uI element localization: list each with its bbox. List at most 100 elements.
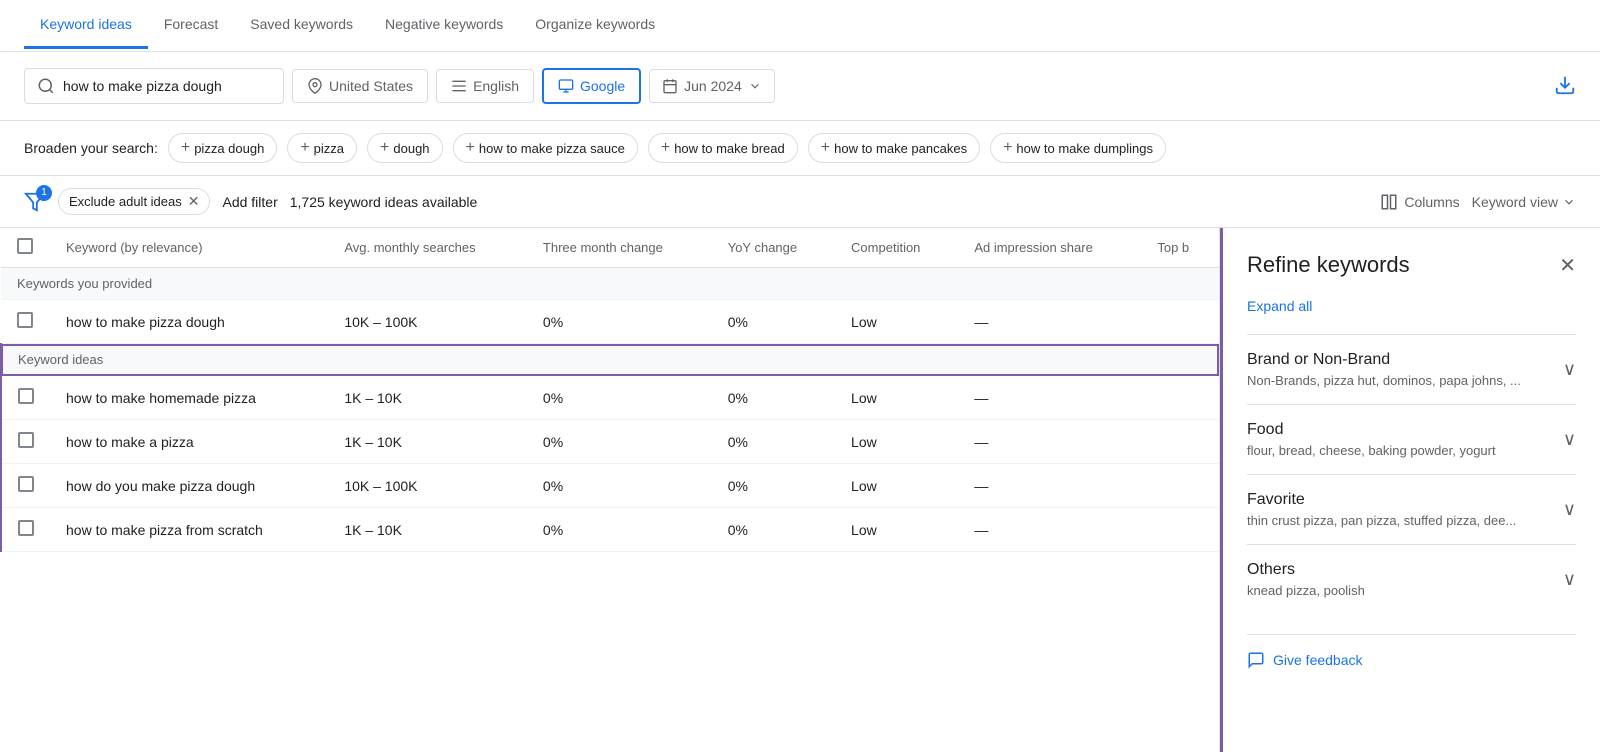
main-content: Keyword (by relevance) Avg. monthly sear… — [0, 228, 1600, 752]
row-checkbox[interactable] — [1, 420, 50, 464]
ad-impression-cell: — — [958, 464, 1141, 508]
give-feedback-button[interactable]: Give feedback — [1247, 634, 1576, 669]
col-ad-impression: Ad impression share — [958, 228, 1141, 268]
refine-section-title-brand: Brand or Non-Brand — [1247, 351, 1521, 369]
network-icon — [558, 78, 574, 94]
checkbox[interactable] — [18, 432, 34, 448]
download-icon — [1554, 74, 1576, 96]
plus-icon: + — [1003, 139, 1012, 157]
refine-section-title-food: Food — [1247, 421, 1496, 439]
broaden-chip-3[interactable]: + how to make pizza sauce — [453, 133, 638, 163]
language-icon — [451, 78, 467, 94]
row-checkbox[interactable] — [1, 376, 50, 420]
refine-section-others: Others knead pizza, poolish ∨ — [1247, 544, 1576, 614]
exclude-adult-label: Exclude adult ideas — [69, 194, 182, 209]
language-pill[interactable]: English — [436, 69, 534, 103]
competition-cell: Low — [835, 420, 958, 464]
broaden-chip-4[interactable]: + how to make bread — [648, 133, 798, 163]
top-b-cell — [1141, 508, 1219, 552]
search-input-wrapper[interactable] — [24, 68, 284, 104]
tab-organize-keywords[interactable]: Organize keywords — [519, 2, 671, 49]
col-competition: Competition — [835, 228, 958, 268]
checkbox[interactable] — [18, 476, 34, 492]
checkbox[interactable] — [18, 388, 34, 404]
tab-negative-keywords[interactable]: Negative keywords — [369, 2, 519, 49]
col-three-month: Three month change — [527, 228, 712, 268]
checkbox[interactable] — [17, 312, 33, 328]
row-checkbox[interactable] — [1, 508, 50, 552]
col-checkbox[interactable] — [1, 228, 50, 268]
refine-section-subtitle-brand: Non-Brands, pizza hut, dominos, papa joh… — [1247, 373, 1521, 388]
three-month-cell: 0% — [527, 464, 712, 508]
columns-label: Columns — [1404, 194, 1459, 210]
exclude-adult-pill[interactable]: Exclude adult ideas ✕ — [58, 188, 210, 215]
refine-section-favorite: Favorite thin crust pizza, pan pizza, st… — [1247, 474, 1576, 544]
keyword-cell: how to make pizza from scratch — [50, 508, 328, 552]
refine-section-subtitle-others: knead pizza, poolish — [1247, 583, 1365, 598]
chevron-down-icon: ∨ — [1563, 569, 1576, 590]
three-month-cell: 0% — [527, 376, 712, 420]
chevron-down-icon: ∨ — [1563, 359, 1576, 380]
calendar-icon — [662, 78, 678, 94]
row-checkbox[interactable] — [1, 300, 50, 344]
broaden-chip-0[interactable]: + pizza dough — [168, 133, 277, 163]
tab-keyword-ideas[interactable]: Keyword ideas — [24, 2, 148, 49]
ad-impression-cell: — — [958, 508, 1141, 552]
tab-saved-keywords[interactable]: Saved keywords — [234, 2, 369, 49]
give-feedback-label: Give feedback — [1273, 652, 1363, 668]
refine-section-header-others[interactable]: Others knead pizza, poolish ∨ — [1247, 561, 1576, 598]
broaden-chip-2[interactable]: + dough — [367, 133, 443, 163]
location-pill[interactable]: United States — [292, 69, 428, 103]
close-icon[interactable]: ✕ — [188, 193, 200, 210]
top-nav: Keyword ideas Forecast Saved keywords Ne… — [0, 0, 1600, 52]
provided-section-label: Keywords you provided — [1, 268, 1219, 300]
refine-section-food: Food flour, bread, cheese, baking powder… — [1247, 404, 1576, 474]
broaden-label: Broaden your search: — [24, 140, 158, 156]
chip-label-3: how to make pizza sauce — [479, 141, 625, 156]
keyword-view-button[interactable]: Keyword view — [1472, 194, 1576, 210]
filter-badge-wrapper[interactable]: 1 — [24, 191, 46, 213]
avg-monthly-cell: 10K – 100K — [328, 464, 527, 508]
search-input[interactable] — [63, 78, 263, 94]
chip-label-5: how to make pancakes — [834, 141, 967, 156]
table-row: how to make homemade pizza 1K – 10K 0% 0… — [1, 376, 1219, 420]
col-top-b: Top b — [1141, 228, 1219, 268]
chevron-down-icon: ∨ — [1563, 429, 1576, 450]
refine-section-subtitle-favorite: thin crust pizza, pan pizza, stuffed piz… — [1247, 513, 1516, 528]
ideas-section-header: Keyword ideas — [1, 344, 1219, 376]
chip-label-1: pizza — [314, 141, 344, 156]
refine-section-header-food[interactable]: Food flour, bread, cheese, baking powder… — [1247, 421, 1576, 458]
top-b-cell — [1141, 464, 1219, 508]
yoy-cell: 0% — [712, 464, 835, 508]
filter-badge-num: 1 — [36, 185, 52, 201]
provided-section-header: Keywords you provided — [1, 268, 1219, 300]
search-icon — [37, 77, 55, 95]
refine-section-header-favorite[interactable]: Favorite thin crust pizza, pan pizza, st… — [1247, 491, 1576, 528]
broaden-chip-1[interactable]: + pizza — [287, 133, 357, 163]
add-filter-button[interactable]: Add filter — [222, 194, 277, 210]
three-month-cell: 0% — [527, 420, 712, 464]
refine-section-subtitle-food: flour, bread, cheese, baking powder, yog… — [1247, 443, 1496, 458]
chevron-down-icon — [748, 79, 762, 93]
download-button[interactable] — [1554, 74, 1576, 99]
network-pill[interactable]: Google — [542, 68, 641, 104]
ad-impression-cell: — — [958, 420, 1141, 464]
date-pill[interactable]: Jun 2024 — [649, 69, 775, 103]
refine-panel: Refine keywords ✕ Expand all Brand or No… — [1220, 228, 1600, 752]
columns-button[interactable]: Columns — [1380, 193, 1459, 211]
refine-section-header-brand[interactable]: Brand or Non-Brand Non-Brands, pizza hut… — [1247, 351, 1576, 388]
ad-impression-cell: — — [958, 376, 1141, 420]
plus-icon: + — [380, 139, 389, 157]
expand-all-link[interactable]: Expand all — [1247, 298, 1576, 314]
checkbox[interactable] — [18, 520, 34, 536]
keyword-cell: how to make pizza dough — [50, 300, 328, 344]
broaden-chip-5[interactable]: + how to make pancakes — [808, 133, 980, 163]
row-checkbox[interactable] — [1, 464, 50, 508]
top-b-cell — [1141, 300, 1219, 344]
header-checkbox[interactable] — [17, 238, 33, 254]
keyword-cell: how do you make pizza dough — [50, 464, 328, 508]
close-button[interactable]: ✕ — [1559, 253, 1576, 278]
competition-cell: Low — [835, 464, 958, 508]
tab-forecast[interactable]: Forecast — [148, 2, 234, 49]
broaden-chip-6[interactable]: + how to make dumplings — [990, 133, 1166, 163]
